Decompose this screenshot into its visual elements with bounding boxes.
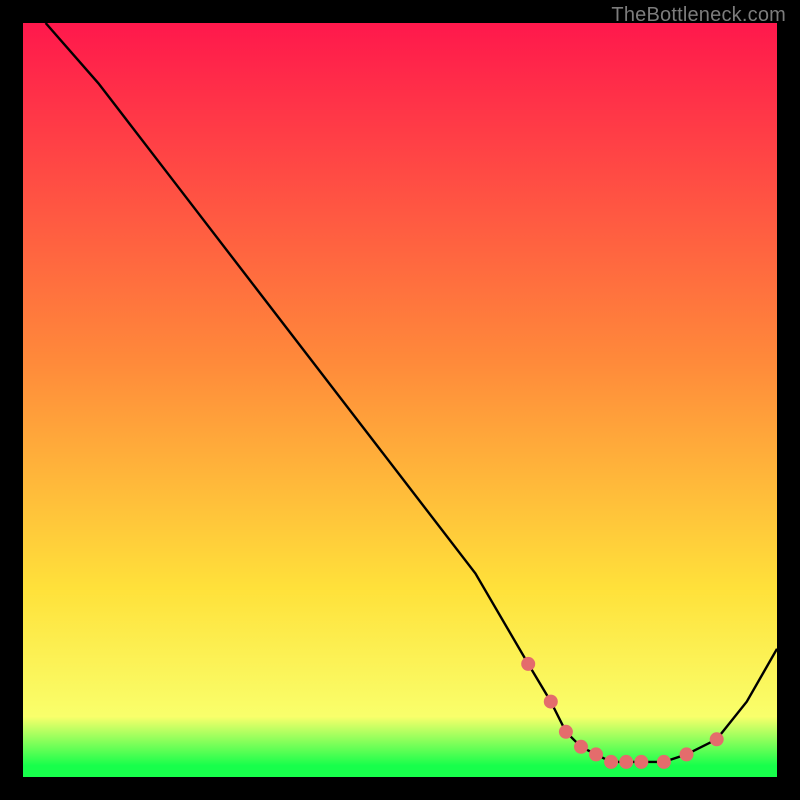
optimal-marker [634,755,648,769]
chart-stage: TheBottleneck.com [0,0,800,800]
optimal-marker [657,755,671,769]
optimal-marker [680,747,694,761]
optimal-marker [544,695,558,709]
gradient-background [23,23,777,777]
optimal-marker [589,747,603,761]
optimal-marker [710,732,724,746]
optimal-marker [559,725,573,739]
optimal-marker [574,740,588,754]
optimal-marker [619,755,633,769]
watermark-text: TheBottleneck.com [611,4,786,27]
bottleneck-chart [0,0,800,800]
optimal-marker [521,657,535,671]
optimal-marker [604,755,618,769]
